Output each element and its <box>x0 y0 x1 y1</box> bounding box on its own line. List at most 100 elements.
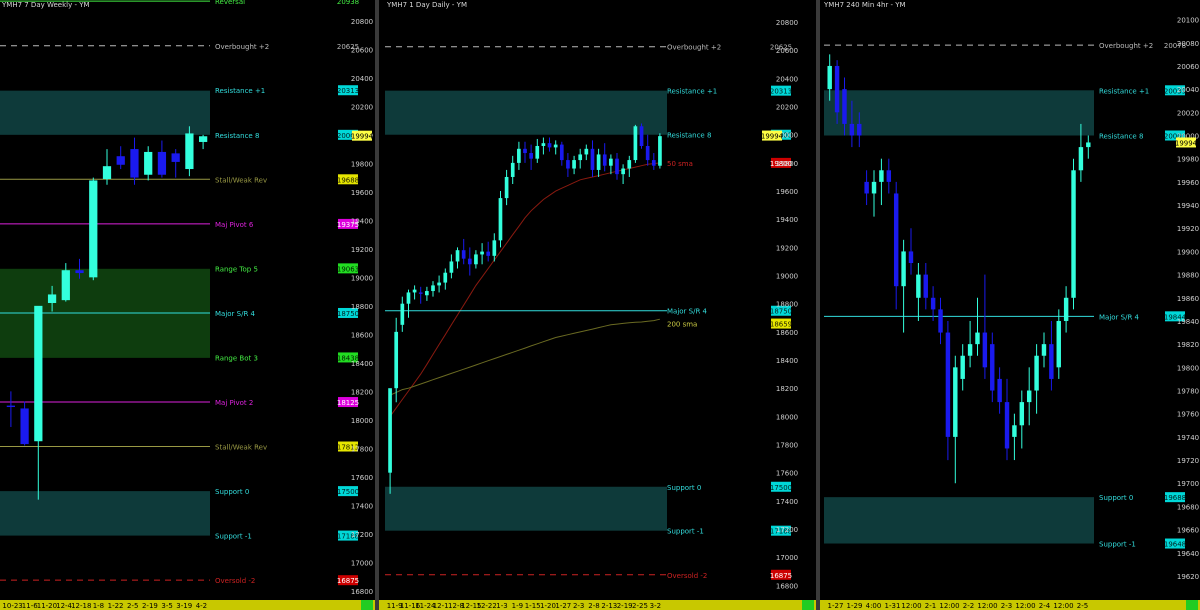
candle-body <box>61 270 70 301</box>
x-tick-label: 2-2 <box>963 602 974 610</box>
y-tick-label: 20400 <box>351 75 373 83</box>
candle-body <box>547 143 552 148</box>
y-tick-label: 20800 <box>776 19 798 27</box>
level-label: Resistance 8 <box>215 132 259 140</box>
candle-body <box>602 154 607 166</box>
candle-body <box>572 160 576 169</box>
level-value: 19688 <box>337 176 359 184</box>
candle-body <box>400 303 405 325</box>
weekly-chart-svg[interactable]: Reversal 20938Overbought +2 20625Resistanc… <box>0 0 375 610</box>
daily-chart-svg[interactable]: Overbought +2 20625Resistance +1 20313Resi… <box>379 0 816 610</box>
level-value: 17500 <box>770 484 792 492</box>
level-label: Maj Pivot 2 <box>215 399 253 407</box>
level-label: Support -1 <box>667 528 704 536</box>
level-label: Support -1 <box>215 533 252 541</box>
candle-body <box>596 154 601 170</box>
candle-body <box>157 151 167 175</box>
level-label: Major S/R 4 <box>1099 313 1140 321</box>
candle-body <box>930 297 936 310</box>
candle-body <box>467 258 472 265</box>
level-label: Resistance 8 <box>1099 133 1143 141</box>
scale-corner <box>361 600 373 610</box>
x-tick-label: 3-5 <box>161 602 172 610</box>
level-label: Support -1 <box>1099 541 1136 549</box>
candle-body <box>916 274 921 298</box>
x-tick-label: 1-9 <box>512 602 523 610</box>
level-label: Maj Pivot 6 <box>215 221 254 229</box>
y-tick-label: 20080 <box>1177 40 1199 48</box>
level-label: Range Top 5 <box>215 265 258 273</box>
candle-body <box>842 89 847 124</box>
level-label: Resistance +1 <box>667 88 717 96</box>
x-tick-label: 2-5 <box>127 602 138 610</box>
candle-body <box>474 254 478 265</box>
y-tick-label: 18000 <box>776 413 798 421</box>
candle-body <box>893 193 899 287</box>
x-tick-label: 1-22 <box>108 602 124 610</box>
candle-body <box>388 388 392 473</box>
x-tick-label: 2-19 <box>617 602 633 610</box>
candle-body <box>116 156 125 165</box>
y-tick-label: 20040 <box>1177 86 1199 94</box>
y-tick-label: 19760 <box>1177 411 1199 419</box>
x-tick-label: 2-5 <box>1077 602 1088 610</box>
y-tick-label: 18000 <box>351 417 373 425</box>
level-label: Oversold -2 <box>215 577 255 585</box>
y-tick-label: 19680 <box>1177 503 1199 511</box>
candle-body <box>651 160 656 166</box>
x-tick-label: 12-1 <box>433 602 449 610</box>
candle-body <box>541 143 546 146</box>
y-tick-label: 17400 <box>776 498 798 506</box>
y-tick-label: 19900 <box>1177 248 1199 256</box>
y-tick-label: 20200 <box>776 104 798 112</box>
level-label: Major S/R 4 <box>667 308 708 316</box>
candle-body <box>553 144 558 148</box>
candle-body <box>510 162 515 177</box>
x-tick-label: 2-13 <box>601 602 617 610</box>
candle-body <box>406 292 411 304</box>
level-value: 19648 <box>1164 541 1186 549</box>
candle-body <box>75 270 84 274</box>
candle-body <box>199 136 208 142</box>
y-tick-label: 19600 <box>351 189 373 197</box>
x-tick-label: 3-2 <box>650 602 661 610</box>
candle-body <box>34 305 43 442</box>
candle-body <box>609 158 613 166</box>
x-tick-label: 12-18 <box>71 602 91 610</box>
moving-average-line <box>389 162 660 417</box>
level-value: 19063 <box>337 265 359 273</box>
level-label: Stall/Weak Rev <box>215 176 267 184</box>
candle-body <box>394 331 399 389</box>
x-tick-label: 2-3 <box>1001 602 1012 610</box>
y-tick-label: 19000 <box>776 273 798 281</box>
level-zone <box>0 491 210 536</box>
candle-body <box>834 65 840 113</box>
level-value: 19688 <box>1164 494 1186 502</box>
y-tick-label: 17400 <box>351 502 373 510</box>
candle-body <box>1034 355 1039 391</box>
level-zone <box>385 486 667 531</box>
candle-body <box>615 158 619 175</box>
level-label: Overbought +2 <box>215 43 269 51</box>
candle-body <box>975 332 980 345</box>
y-tick-label: 18200 <box>351 388 373 396</box>
candle-body <box>523 148 527 154</box>
last-price-label: 19994 <box>351 133 374 141</box>
level-value: 18750 <box>337 310 359 318</box>
candle-body <box>639 126 644 146</box>
y-tick-label: 17200 <box>351 531 373 539</box>
x-tick-label: 12-22 <box>476 602 496 610</box>
x-tick-label: 12:00 <box>1053 602 1073 610</box>
candle-body <box>517 148 521 163</box>
y-tick-label: 20800 <box>351 18 373 26</box>
y-tick-label: 20400 <box>776 75 798 83</box>
candle-body <box>990 344 995 391</box>
last-price-label: 19994 <box>761 133 784 141</box>
y-tick-label: 19800 <box>776 160 798 168</box>
y-tick-label: 18800 <box>351 303 373 311</box>
weekly-chart-panel: YMH7 7 Day Weekly - YM Reversal 20938 Over… <box>0 0 375 610</box>
4hr-chart-svg[interactable]: Overbought +2 20078Resistance +1 20039Resi… <box>820 0 1200 610</box>
y-tick-label: 19620 <box>1177 573 1199 581</box>
y-tick-label: 19700 <box>1177 480 1199 488</box>
candle-body <box>535 145 540 159</box>
